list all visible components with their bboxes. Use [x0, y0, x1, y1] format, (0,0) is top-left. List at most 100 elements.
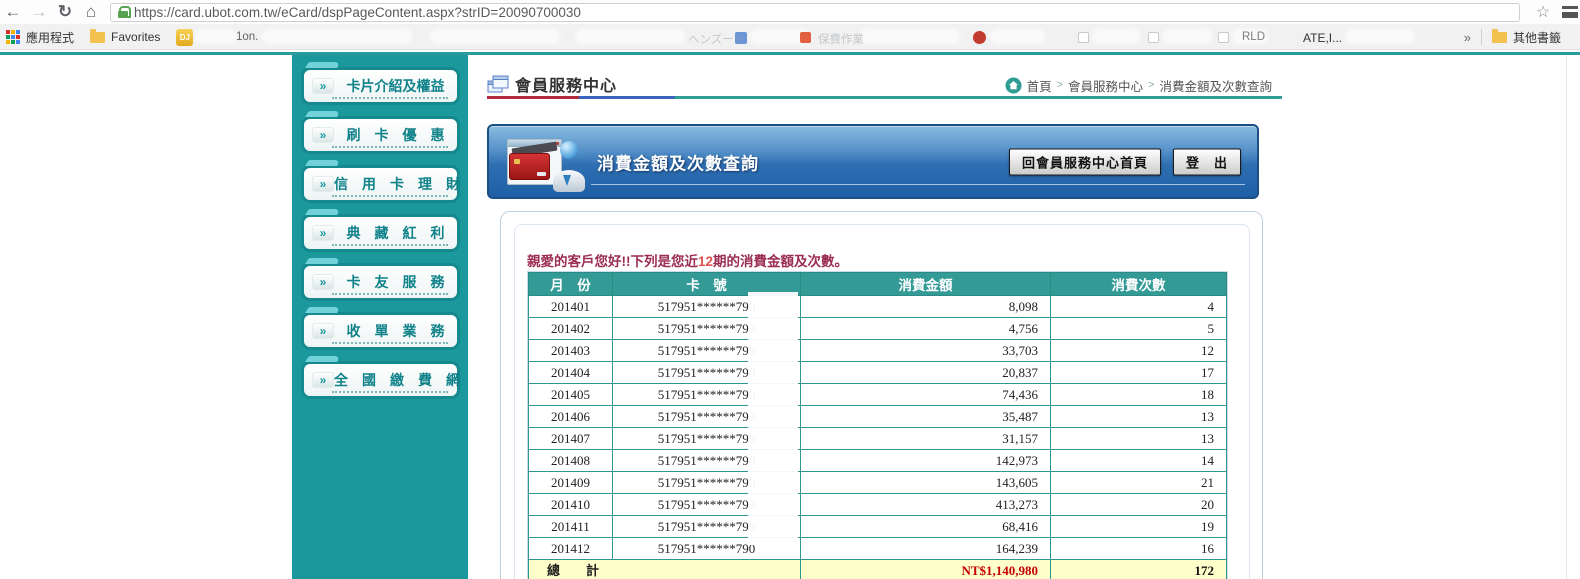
- month-header: 月 份: [528, 272, 613, 296]
- count-cell: 14: [1050, 449, 1227, 472]
- breadcrumb-item: 消費金額及次數查詢: [1159, 79, 1272, 94]
- dj-bookmark-icon[interactable]: DJ: [176, 28, 194, 46]
- amount-cell: 35,487: [800, 405, 1051, 428]
- back-icon[interactable]: ←: [0, 0, 26, 24]
- table-row: 201405 517951******790 74,436 18: [528, 383, 1227, 406]
- amount-cell: 413,273: [800, 493, 1051, 516]
- table-row: 201401 517951******790 8,098 4: [528, 295, 1227, 318]
- arrow-icon: »: [312, 372, 334, 388]
- amount-cell: 4,756: [800, 317, 1051, 340]
- total-label: 總 計: [528, 559, 801, 579]
- count-cell: 13: [1050, 427, 1227, 450]
- sidebar-item[interactable]: » 刷 卡 優 惠: [301, 116, 460, 154]
- folder-icon: [90, 28, 106, 43]
- address-bar[interactable]: https://card.ubot.com.tw/eCard/dspPageCo…: [110, 2, 1520, 22]
- month-cell: 201411: [528, 515, 613, 538]
- censored-bookmark: [575, 29, 685, 44]
- greeting-notice: 親愛的客戶您好!!下列是您近12期的消費金額及次數。: [527, 250, 848, 270]
- sidebar: » 卡片介紹及權益 » 刷 卡 優 惠 » 信 用 卡 理 財 » 典 藏 紅 …: [292, 55, 468, 579]
- menu-icon[interactable]: [1562, 6, 1578, 18]
- bookmark-fragment[interactable]: 1on.: [236, 31, 258, 43]
- bookmark-fragment[interactable]: 保費作業: [818, 31, 864, 47]
- lock-icon: [118, 6, 131, 18]
- month-cell: 201410: [528, 493, 613, 516]
- censored-bookmark: [1345, 29, 1415, 44]
- back-to-member-center-button[interactable]: 回會員服務中心首頁: [1008, 148, 1161, 175]
- browser-toolbar: ← → ↻ ⌂ https://card.ubot.com.tw/eCard/d…: [0, 0, 1580, 24]
- month-cell: 201409: [528, 471, 613, 494]
- count-header: 消費次數: [1050, 272, 1227, 296]
- sidebar-item[interactable]: » 收 單 業 務: [301, 312, 460, 350]
- amount-cell: 142,973: [800, 449, 1051, 472]
- forward-icon[interactable]: →: [26, 0, 52, 24]
- dotted-underline: [332, 391, 448, 393]
- bookmark-favicon[interactable]: [973, 31, 986, 44]
- folder-icon: [1492, 28, 1507, 43]
- bookmark-favicon[interactable]: [1218, 32, 1229, 43]
- other-bookmarks-button[interactable]: 其他書籤: [1492, 28, 1580, 46]
- month-cell: 201412: [528, 537, 613, 560]
- count-cell: 16: [1050, 537, 1227, 560]
- count-cell: 20: [1050, 493, 1227, 516]
- month-cell: 201408: [528, 449, 613, 472]
- sidebar-item[interactable]: » 信 用 卡 理 財: [301, 165, 460, 203]
- spending-table-wrap: 月 份 卡 號 消費金額 消費次數 201401 517951******790 8…: [528, 272, 1227, 579]
- bookmark-favicon[interactable]: [1078, 32, 1089, 43]
- bookmark-fragment[interactable]: ATE,I...: [1303, 31, 1342, 45]
- table-row: 201411 517951******790 68,416 19: [528, 515, 1227, 538]
- amount-cell: 164,239: [800, 537, 1051, 560]
- table-row: 201409 517951******790 143,605 21: [528, 471, 1227, 494]
- table-row: 201410 517951******790 413,273 20: [528, 493, 1227, 516]
- amount-cell: 143,605: [800, 471, 1051, 494]
- count-cell: 12: [1050, 339, 1227, 362]
- section-header: 會員服務中心: [487, 72, 617, 96]
- censored-bookmark: [262, 29, 412, 44]
- spending-table: 月 份 卡 號 消費金額 消費次數 201401 517951******790 8…: [528, 272, 1227, 579]
- logout-button[interactable]: 登 出: [1172, 148, 1241, 175]
- count-cell: 21: [1050, 471, 1227, 494]
- breadcrumb-item[interactable]: 會員服務中心: [1068, 76, 1143, 95]
- home-breadcrumb-icon[interactable]: [1005, 77, 1022, 94]
- page-title: 會員服務中心: [515, 78, 618, 95]
- censored-bookmark: [860, 29, 960, 44]
- notice-prefix: 親愛的客戶您好!!下列是您近: [527, 254, 698, 269]
- table-row: 201404 517951******790 20,837 17: [528, 361, 1227, 384]
- bookmarks-overflow-chevron[interactable]: »: [1454, 30, 1481, 45]
- bookmark-favorites[interactable]: Favorites: [111, 30, 160, 44]
- sidebar-item-label: 刷 卡 優 惠: [346, 127, 445, 143]
- title-underline: [487, 96, 1282, 99]
- dotted-underline: [332, 97, 448, 99]
- breadcrumb-item[interactable]: 首頁: [1027, 76, 1052, 95]
- table-header-row: 月 份 卡 號 消費金額 消費次數: [528, 272, 1227, 296]
- reload-icon[interactable]: ↻: [52, 0, 78, 24]
- count-cell: 17: [1050, 361, 1227, 384]
- count-cell: 19: [1050, 515, 1227, 538]
- month-cell: 201401: [528, 295, 613, 318]
- amount-cell: 74,436: [800, 383, 1051, 406]
- arrow-icon: »: [312, 127, 334, 143]
- notice-period-count: 12: [698, 254, 714, 269]
- bookmark-favicon[interactable]: [800, 32, 811, 43]
- star-icon[interactable]: ☆: [1530, 2, 1556, 22]
- total-row: 總 計 NT$1,140,980 172: [528, 559, 1227, 579]
- bookmark-fragment[interactable]: RLD: [1242, 31, 1265, 43]
- sidebar-item-label: 收 單 業 務: [346, 323, 445, 339]
- query-banner: 消費金額及次數查詢 回會員服務中心首頁 登 出: [487, 124, 1259, 199]
- apps-grid-icon[interactable]: [6, 30, 20, 44]
- bookmark-apps-label[interactable]: 應用程式: [26, 29, 74, 46]
- sidebar-item[interactable]: » 卡片介紹及權益: [301, 67, 460, 105]
- home-icon[interactable]: ⌂: [78, 0, 104, 24]
- arrow-icon: »: [312, 274, 334, 290]
- bookmark-favicon[interactable]: [1148, 32, 1159, 43]
- total-count: 172: [1050, 559, 1227, 579]
- arrow-icon: »: [312, 176, 334, 192]
- sidebar-item-label: 信 用 卡 理 財: [334, 176, 460, 192]
- sidebar-item[interactable]: » 全 國 繳 費 網: [301, 361, 460, 399]
- sidebar-item[interactable]: » 典 藏 紅 利: [301, 214, 460, 252]
- dotted-underline: [332, 293, 448, 295]
- sidebar-item[interactable]: » 卡 友 服 務: [301, 263, 460, 301]
- amount-cell: 8,098: [800, 295, 1051, 318]
- censored-bookmark: [1162, 29, 1212, 44]
- bookmark-fragment[interactable]: ヘンズート: [688, 31, 745, 47]
- card-person-icon: [507, 134, 587, 194]
